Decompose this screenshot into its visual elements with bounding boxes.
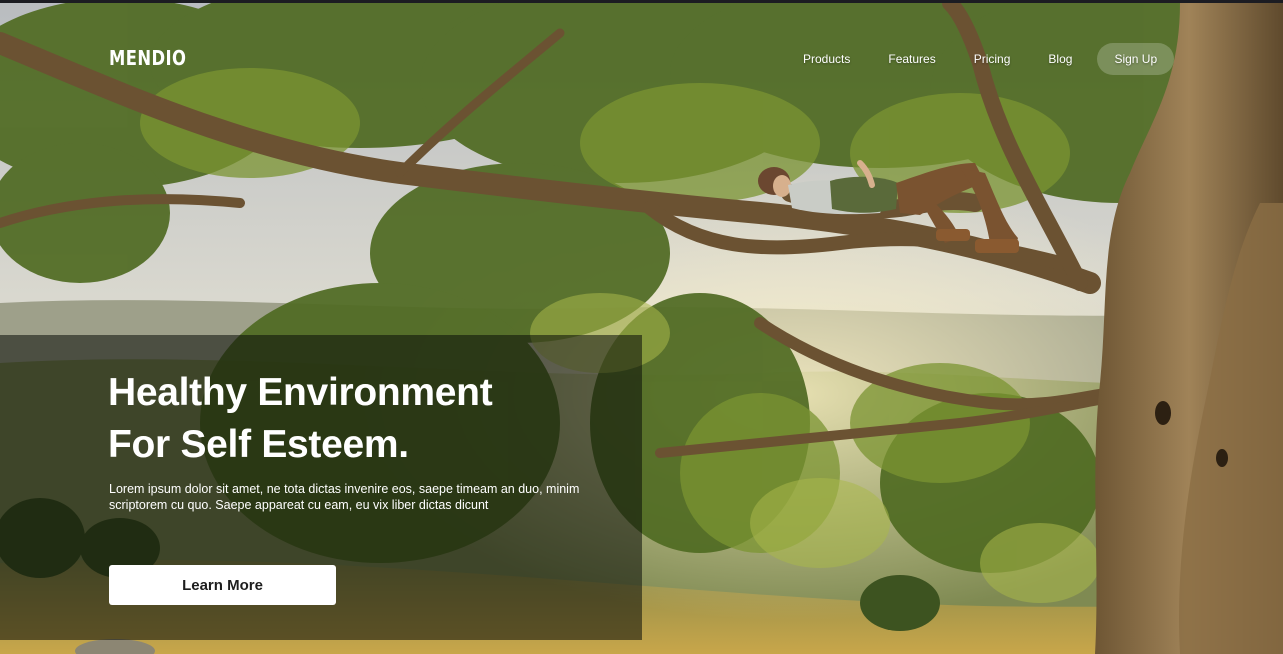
nav-link-pricing[interactable]: Pricing — [961, 43, 1024, 75]
hero-title-line-2: For Self Esteem. — [108, 423, 409, 466]
nav-link-products[interactable]: Products — [790, 43, 863, 75]
sign-up-button[interactable]: Sign Up — [1097, 43, 1175, 75]
hero-title: Healthy Environment For Self Esteem. — [108, 367, 608, 471]
nav-link-blog[interactable]: Blog — [1035, 43, 1085, 75]
learn-more-button[interactable]: Learn More — [109, 565, 336, 605]
landing-page: MENDIO Products Features Pricing Blog Si… — [0, 3, 1283, 654]
nav-link-features[interactable]: Features — [875, 43, 948, 75]
hero-title-line-1: Healthy Environment — [108, 371, 493, 414]
brand-logo[interactable]: MENDIO — [109, 46, 186, 70]
top-navigation: Products Features Pricing Blog Sign Up — [790, 43, 1175, 75]
hero-description: Lorem ipsum dolor sit amet, ne tota dict… — [109, 482, 580, 512]
